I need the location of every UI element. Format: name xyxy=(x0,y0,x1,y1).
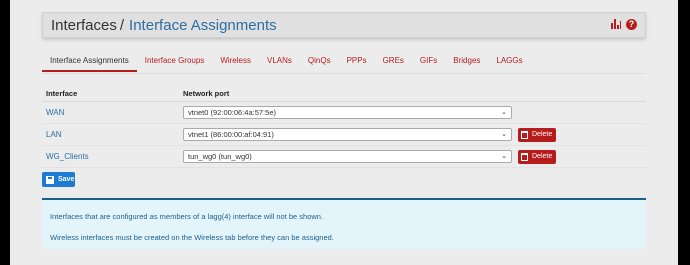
table-header: Interface Network port xyxy=(42,86,646,102)
chevron-down-icon: ⌄ xyxy=(501,153,507,160)
assignments-table: Interface Network port WAN vtnet0 (92:00… xyxy=(42,86,646,168)
network-port-select-wg-clients[interactable]: tun_wg0 (tun_wg0) ⌄ xyxy=(183,150,512,163)
tab-gres[interactable]: GREs xyxy=(375,52,412,72)
info-line-lagg: Interfaces that are configured as member… xyxy=(50,212,324,221)
tab-ppps[interactable]: PPPs xyxy=(339,52,375,72)
tab-wireless[interactable]: Wireless xyxy=(212,52,259,72)
tab-bridges[interactable]: Bridges xyxy=(445,52,488,72)
tab-vlans[interactable]: VLANs xyxy=(259,52,300,72)
save-disk-icon xyxy=(46,175,54,184)
tab-laggs[interactable]: LAGGs xyxy=(488,52,530,72)
tab-bar: Interface Assignments Interface Groups W… xyxy=(42,52,531,72)
help-icon[interactable]: ? xyxy=(626,19,637,30)
breadcrumb-separator: / xyxy=(119,16,125,34)
select-value: vtnet0 (92:00:06:4a:57:5e) xyxy=(188,108,276,117)
breadcrumb-current[interactable]: Interface Assignments xyxy=(129,17,277,34)
table-row: LAN vtnet1 (86:00:00:af:04:91) ⌄ Delete xyxy=(42,124,646,146)
tab-qinqs[interactable]: QinQs xyxy=(300,52,339,72)
interface-link-lan[interactable]: LAN xyxy=(42,130,183,139)
interface-link-wan[interactable]: WAN xyxy=(42,108,183,117)
header-network-port: Network port xyxy=(183,89,230,98)
info-line-wireless: Wireless interfaces must be created on t… xyxy=(50,233,334,242)
header-interface: Interface xyxy=(46,89,78,98)
interface-link-wg-clients[interactable]: WG_Clients xyxy=(42,152,183,161)
info-panel: Interfaces that are configured as member… xyxy=(42,198,646,249)
delete-label: Delete xyxy=(532,153,553,160)
table-row: WG_Clients tun_wg0 (tun_wg0) ⌄ Delete xyxy=(42,146,646,168)
save-button[interactable]: Save xyxy=(42,172,75,187)
tab-interface-assignments[interactable]: Interface Assignments xyxy=(42,52,137,72)
network-port-select-wan[interactable]: vtnet0 (92:00:06:4a:57:5e) ⌄ xyxy=(183,106,512,119)
bar-chart-icon[interactable] xyxy=(611,19,621,29)
trash-icon xyxy=(521,130,528,139)
save-label: Save xyxy=(58,176,75,183)
delete-button-wg-clients[interactable]: Delete xyxy=(518,149,556,164)
tab-gifs[interactable]: GIFs xyxy=(412,52,445,72)
delete-button-lan[interactable]: Delete xyxy=(518,127,556,142)
page-header: Interfaces / Interface Assignments ? xyxy=(42,12,646,38)
trash-icon xyxy=(521,152,528,161)
left-border xyxy=(0,0,10,265)
select-value: tun_wg0 (tun_wg0) xyxy=(188,152,252,161)
delete-label: Delete xyxy=(532,131,553,138)
select-value: vtnet1 (86:00:00:af:04:91) xyxy=(188,130,274,139)
table-row: WAN vtnet0 (92:00:06:4a:57:5e) ⌄ xyxy=(42,102,646,124)
breadcrumb-parent[interactable]: Interfaces xyxy=(51,17,117,34)
chevron-down-icon: ⌄ xyxy=(501,109,507,116)
right-border xyxy=(678,0,690,265)
network-port-select-lan[interactable]: vtnet1 (86:00:00:af:04:91) ⌄ xyxy=(183,128,512,141)
tab-divider xyxy=(42,73,646,74)
tab-interface-groups[interactable]: Interface Groups xyxy=(137,52,213,72)
chevron-down-icon: ⌄ xyxy=(501,131,507,138)
